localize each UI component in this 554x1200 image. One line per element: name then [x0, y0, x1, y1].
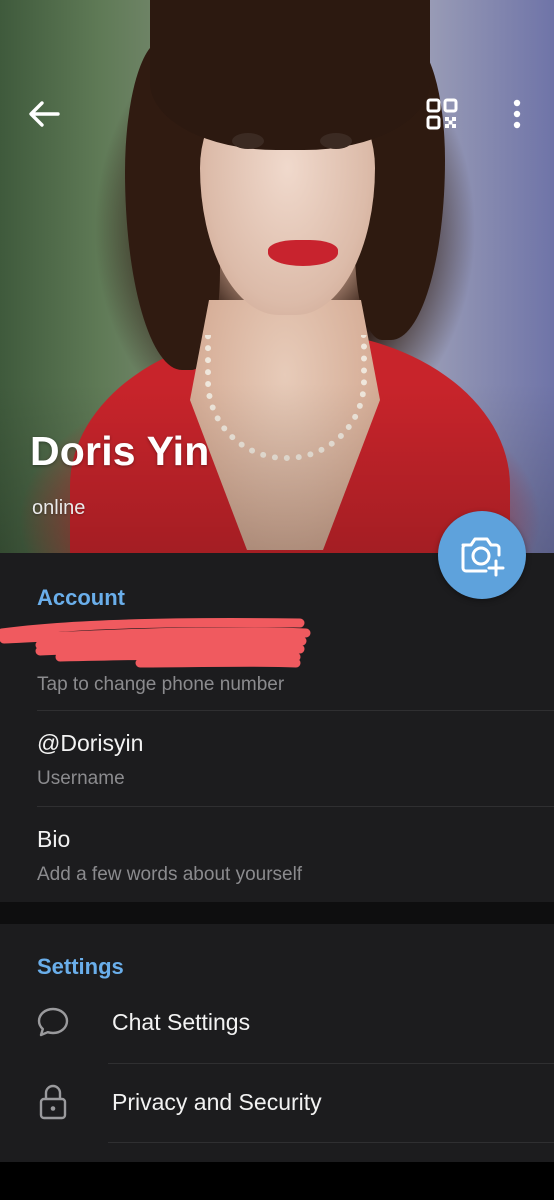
section-gap	[0, 902, 554, 924]
photo-lips	[268, 240, 338, 266]
settings-section-title: Settings	[37, 954, 124, 979]
lock-icon	[33, 1082, 73, 1122]
back-arrow-icon	[29, 101, 60, 127]
photo-hair	[150, 0, 430, 150]
back-button[interactable]	[22, 92, 66, 136]
privacy-security-item[interactable]: Privacy and Security	[0, 1064, 554, 1144]
bio-label: Bio	[37, 826, 71, 852]
username-value: @Dorisyin	[37, 730, 144, 756]
profile-photo[interactable]: Doris Yin online	[0, 0, 554, 553]
more-options-button[interactable]	[500, 92, 534, 136]
photo-eye	[320, 133, 352, 149]
phone-hint: Tap to change phone number	[37, 674, 285, 695]
qr-code-button[interactable]	[420, 92, 464, 136]
chat-bubble-icon	[33, 1002, 73, 1042]
chat-settings-label: Chat Settings	[112, 1009, 251, 1035]
set-photo-button[interactable]	[438, 511, 526, 599]
photo-eye	[232, 133, 264, 149]
more-vert-icon	[513, 99, 521, 129]
phone-number-row[interactable]: Tap to change phone number	[0, 605, 554, 710]
bio-row[interactable]: Bio Add a few words about yourself	[0, 807, 554, 902]
username-label: Username	[37, 768, 125, 789]
settings-section: Settings Chat Settings Privacy and Secur…	[0, 924, 554, 1162]
bottom-bar	[0, 1162, 554, 1200]
divider	[108, 1142, 554, 1143]
qr-code-icon	[426, 98, 458, 130]
add-photo-icon	[461, 537, 505, 577]
profile-name: Doris Yin	[30, 428, 210, 474]
privacy-security-label: Privacy and Security	[112, 1089, 322, 1115]
bio-hint: Add a few words about yourself	[37, 864, 303, 885]
profile-status: online	[32, 497, 86, 519]
account-section: Account Tap to change phone number @Dori…	[0, 553, 554, 902]
redacted-phone-scribble	[0, 617, 311, 668]
username-row[interactable]: @Dorisyin Username	[0, 711, 554, 806]
chat-settings-item[interactable]: Chat Settings	[0, 982, 554, 1062]
